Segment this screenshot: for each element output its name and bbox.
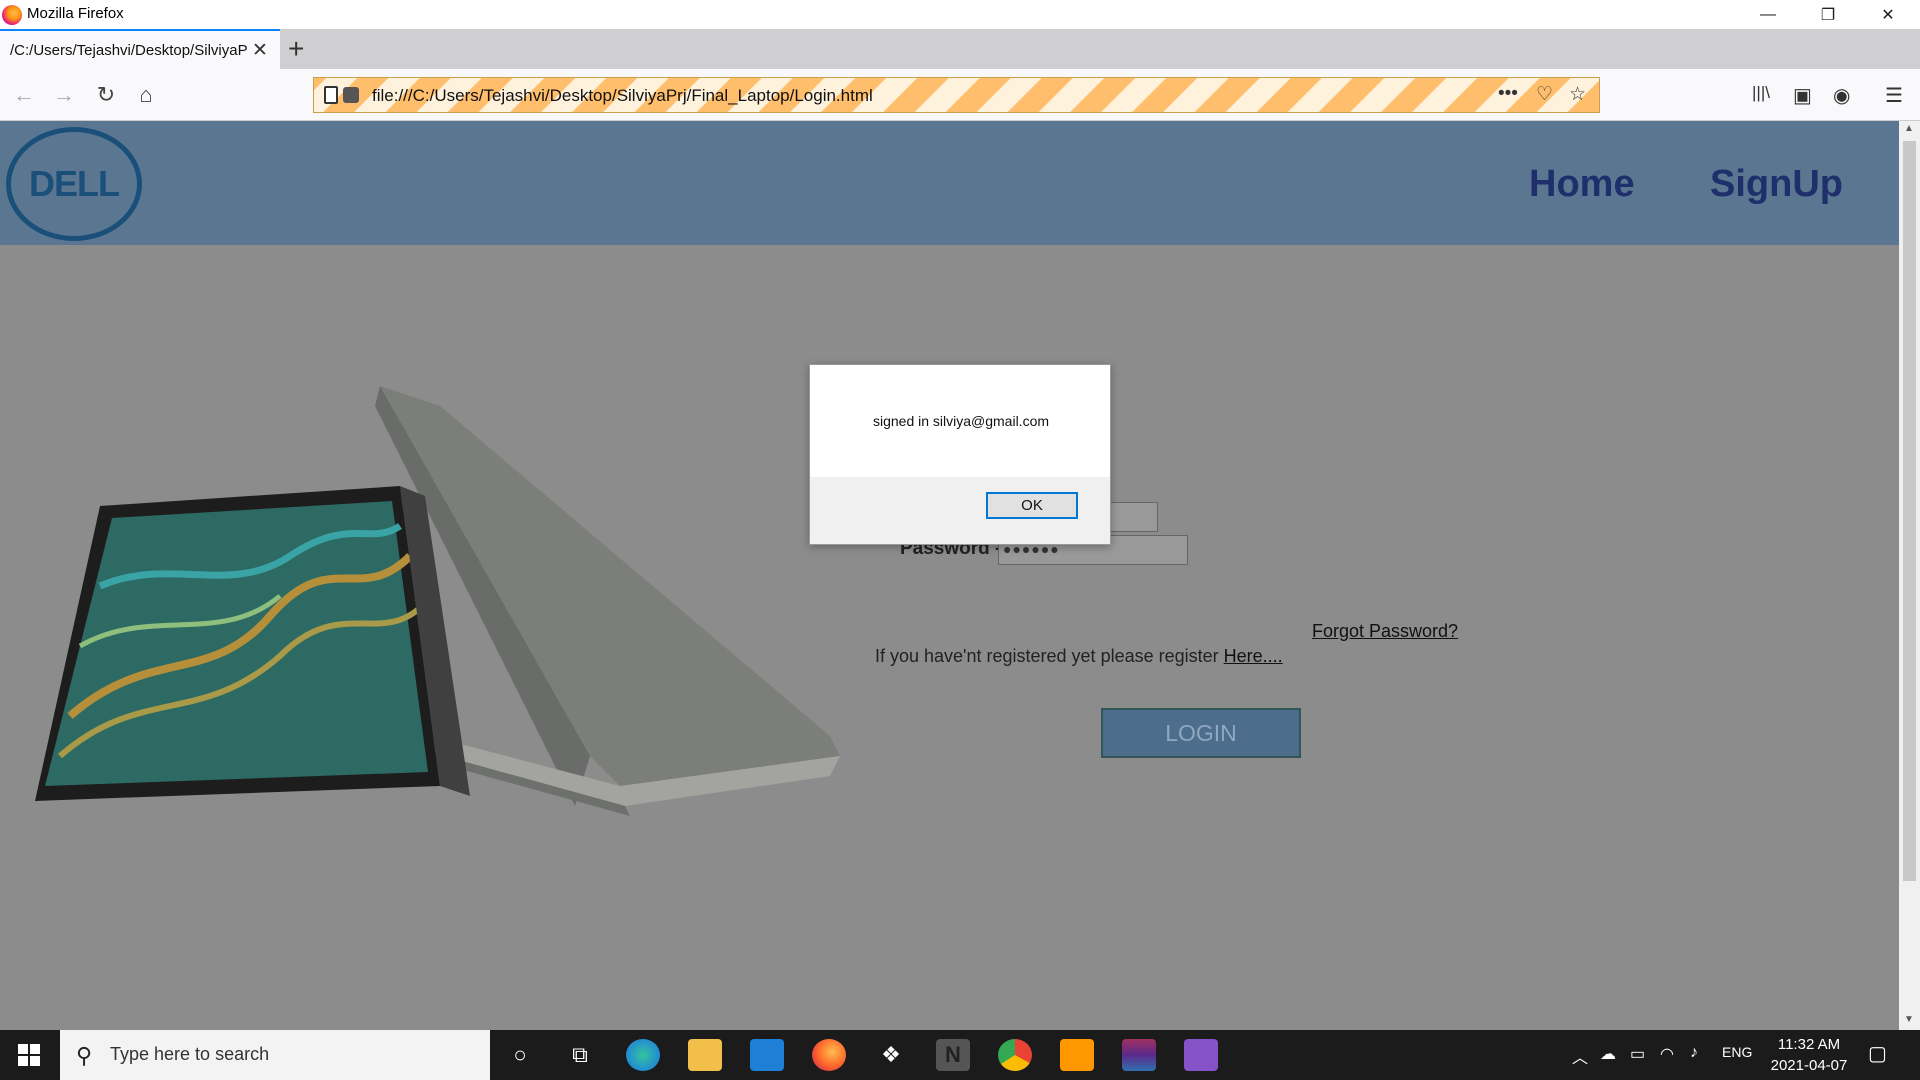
back-button[interactable]: ← [8, 79, 40, 111]
site-header: DELL Home SignUp [0, 121, 1899, 245]
task-view-icon[interactable]: ⧉ [563, 1039, 597, 1071]
minimize-button[interactable]: — [1740, 0, 1796, 29]
language-indicator[interactable]: ENG [1722, 1044, 1752, 1060]
volume-icon[interactable]: ♪ [1690, 1044, 1698, 1062]
remote-control-icon [343, 87, 359, 103]
dropbox-icon[interactable]: ❖ [874, 1039, 908, 1071]
alert-dialog: signed in silviya@gmail.com OK [809, 364, 1111, 545]
home-button[interactable]: ⌂ [130, 79, 162, 111]
edge-icon[interactable] [626, 1039, 660, 1071]
new-tab-button[interactable]: + [288, 33, 304, 65]
account-icon[interactable]: ◉ [1833, 83, 1850, 108]
battery-icon[interactable]: ▭ [1630, 1044, 1645, 1064]
notion-icon[interactable]: N [936, 1039, 970, 1071]
sublime-icon[interactable] [1060, 1039, 1094, 1071]
window-titlebar: Mozilla Firefox — ❐ ✕ [0, 0, 1920, 29]
chrome-icon[interactable] [998, 1039, 1032, 1071]
page-scrollbar[interactable]: ▲ ▼ [1899, 121, 1920, 1030]
winrar-icon[interactable] [1122, 1039, 1156, 1071]
clock-date[interactable]: 2021-04-07 [1766, 1057, 1852, 1074]
url-bar[interactable]: file:///C:/Users/Tejashvi/Desktop/Silviy… [313, 77, 1600, 113]
tray-expand-icon[interactable]: ︿ [1572, 1044, 1588, 1068]
menu-icon[interactable]: ☰ [1885, 83, 1903, 108]
dialog-footer: OK [810, 477, 1110, 544]
firefox-icon[interactable] [812, 1039, 846, 1071]
clock-time[interactable]: 11:32 AM [1774, 1036, 1844, 1053]
windows-taskbar: ⚲ Type here to search ○ ⧉ ❖ N ︿ ☁ ▭ ◠ ♪ … [0, 1030, 1920, 1080]
scroll-thumb[interactable] [1903, 141, 1916, 881]
tab-login[interactable]: /C:/Users/Tejashvi/Desktop/SilviyaP ✕ [0, 29, 280, 69]
library-icon[interactable]: |||\ [1752, 83, 1770, 103]
visual-studio-icon[interactable] [1184, 1039, 1218, 1071]
close-window-button[interactable]: ✕ [1860, 0, 1916, 29]
nav-home-link[interactable]: Home [1529, 163, 1635, 206]
cortana-icon[interactable]: ○ [503, 1039, 537, 1071]
dell-logo-text: DELL [29, 163, 120, 204]
page-actions-icon[interactable]: ••• [1498, 83, 1518, 105]
scroll-down-icon[interactable]: ▼ [1904, 1014, 1914, 1025]
page-viewport: DELL Home SignUp n Password - ●●●●●● For… [0, 121, 1899, 1030]
ok-button[interactable]: OK [986, 492, 1078, 519]
taskbar-search-box[interactable]: ⚲ Type here to search [60, 1030, 490, 1080]
tab-title: /C:/Users/Tejashvi/Desktop/SilviyaP [10, 42, 248, 59]
file-explorer-icon[interactable] [688, 1039, 722, 1071]
search-placeholder: Type here to search [110, 1044, 270, 1064]
dialog-message: signed in silviya@gmail.com [872, 413, 1050, 429]
dell-logo[interactable]: DELL [6, 127, 142, 241]
pocket-icon[interactable]: ♡ [1536, 83, 1553, 106]
url-text[interactable]: file:///C:/Users/Tejashvi/Desktop/Silviy… [372, 86, 873, 106]
forgot-password-link[interactable]: Forgot Password? [1312, 621, 1458, 642]
onedrive-icon[interactable]: ☁ [1600, 1044, 1616, 1064]
reload-button[interactable]: ↻ [90, 79, 122, 111]
sidebar-icon[interactable]: ▣ [1793, 83, 1812, 108]
search-icon: ⚲ [76, 1043, 93, 1068]
tab-close-icon[interactable]: ✕ [252, 39, 268, 62]
wifi-icon[interactable]: ◠ [1660, 1044, 1674, 1064]
nav-signup-link[interactable]: SignUp [1710, 163, 1843, 206]
mail-icon[interactable] [750, 1039, 784, 1071]
register-prompt-text: If you have'nt registered yet please reg… [875, 646, 1224, 666]
page-info-icon[interactable] [324, 86, 338, 104]
firefox-logo-icon [2, 5, 22, 25]
register-prompt: If you have'nt registered yet please reg… [875, 646, 1283, 667]
tab-strip: /C:/Users/Tejashvi/Desktop/SilviyaP ✕ + [0, 29, 1920, 69]
laptop-image [35, 386, 840, 816]
windows-start-icon[interactable] [18, 1044, 40, 1066]
navigation-toolbar: ← → ↻ ⌂ file:///C:/Users/Tejashvi/Deskto… [0, 69, 1920, 121]
scroll-up-icon[interactable]: ▲ [1904, 123, 1914, 134]
forward-button[interactable]: → [48, 79, 80, 111]
bookmark-star-icon[interactable]: ☆ [1569, 83, 1586, 106]
window-title: Mozilla Firefox [27, 5, 124, 22]
login-button[interactable]: LOGIN [1101, 708, 1301, 758]
register-here-link[interactable]: Here.... [1224, 646, 1283, 666]
notifications-icon[interactable]: ▢ [1868, 1041, 1887, 1066]
restore-button[interactable]: ❐ [1800, 0, 1856, 29]
